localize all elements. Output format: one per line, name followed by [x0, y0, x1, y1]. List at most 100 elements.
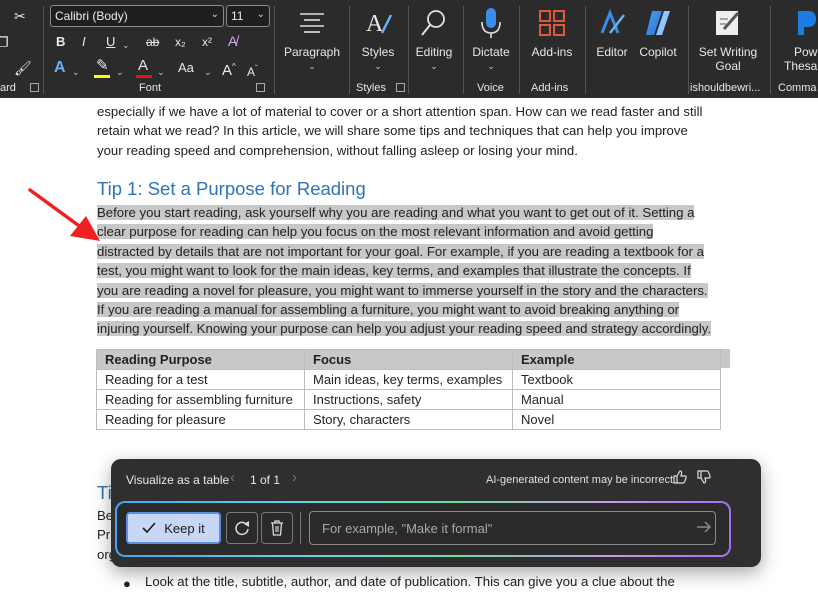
copilot-icon: [635, 4, 681, 42]
text-effects-icon[interactable]: A: [54, 60, 66, 76]
table-row: Reading for pleasure Story, characters N…: [96, 409, 721, 430]
keep-it-button[interactable]: Keep it: [126, 512, 221, 544]
underline-button[interactable]: U: [106, 34, 115, 50]
bold-button[interactable]: B: [56, 34, 65, 50]
group-separator: [349, 6, 350, 94]
chevron-down-icon: ⌄: [308, 61, 316, 71]
copilot-prompt-input[interactable]: [309, 511, 716, 545]
group-separator: [585, 6, 586, 94]
grow-font-letter: A: [222, 62, 233, 79]
text-effects-dropdown-icon[interactable]: ⌄: [72, 64, 80, 80]
change-case-button[interactable]: Aa: [178, 60, 194, 76]
search-icon: [410, 4, 458, 42]
next-result-icon[interactable]: ›: [292, 469, 297, 486]
addins-button[interactable]: Add-ins: [524, 4, 580, 59]
font-size-combo[interactable]: 11 ⌄: [226, 5, 270, 27]
power-thesaurus-label-1: Powe: [794, 45, 818, 59]
table-header-cell[interactable]: Focus: [304, 349, 513, 370]
discard-button[interactable]: [261, 512, 293, 544]
text-line-selected: you are reading a novel for pleasure, yo…: [97, 282, 708, 298]
change-case-dropdown-icon[interactable]: ⌄: [204, 64, 212, 80]
subscript-button[interactable]: x₂: [175, 34, 186, 50]
font-size-value: 11: [231, 9, 244, 23]
copy-icon[interactable]: ❐: [0, 34, 9, 50]
shrink-font-letter: A: [247, 65, 256, 79]
chevron-down-icon: ⌄: [210, 9, 219, 20]
font-group-label: Font: [139, 82, 162, 94]
font-name-combo[interactable]: Calibri (Body) ⌄: [50, 5, 224, 27]
table-cell[interactable]: Novel: [512, 409, 721, 430]
commands-group-label: Comma: [778, 82, 817, 94]
highlight-dropdown-icon[interactable]: ⌄: [116, 64, 124, 80]
paragraph-button[interactable]: Paragraph ⌄: [280, 4, 344, 73]
regenerate-button[interactable]: [226, 512, 258, 544]
table-row: Reading for a test Main ideas, key terms…: [96, 369, 721, 390]
red-arrow-icon: [28, 188, 100, 241]
editor-label: Editor: [596, 45, 628, 59]
superscript-button[interactable]: x²: [202, 34, 212, 50]
copilot-button[interactable]: Copilot: [635, 4, 681, 59]
shrink-font-button[interactable]: Aˇ: [247, 61, 258, 80]
chevron-down-icon: ⌄: [430, 61, 438, 71]
styles-launcher-icon[interactable]: [396, 83, 405, 92]
previous-result-icon[interactable]: ‹: [230, 469, 235, 486]
chevron-down-icon: ⌄: [256, 9, 265, 20]
table-header-cell[interactable]: Example: [512, 349, 721, 370]
writing-goal-icon: [693, 4, 763, 42]
editor-button[interactable]: Editor: [592, 4, 632, 59]
table-cell[interactable]: Reading for a test: [96, 369, 305, 390]
text-line-selected: Before you start reading, ask yourself w…: [97, 205, 695, 220]
text-line-selected: distracted by details that are not impor…: [97, 243, 704, 259]
table-cell[interactable]: Manual: [512, 389, 721, 410]
ai-disclaimer: AI-generated content may be incorrect: [486, 474, 674, 486]
thumbs-down-icon[interactable]: [696, 469, 712, 485]
font-color-swatch: [136, 75, 152, 78]
strikethrough-button[interactable]: ab: [146, 34, 159, 50]
selection-highlight: [721, 349, 730, 368]
send-arrow-icon[interactable]: [695, 518, 713, 536]
keep-it-label: Keep it: [164, 520, 205, 536]
text-line-selected: test, you might want to look for the mai…: [97, 263, 691, 279]
table-header-cell[interactable]: Reading Purpose: [96, 349, 305, 370]
font-color-dropdown-icon[interactable]: ⌄: [157, 64, 165, 80]
power-thesaurus-button[interactable]: Powe Thesau: [776, 4, 818, 73]
reading-purpose-table[interactable]: Reading Purpose Focus Example Reading fo…: [96, 349, 721, 430]
paragraph-label: Paragraph: [283, 45, 341, 59]
font-launcher-icon[interactable]: [256, 83, 265, 92]
text-line-selected: If you are reading a manual for assembli…: [97, 302, 680, 318]
grow-font-button[interactable]: A^: [222, 59, 236, 79]
clipboard-launcher-icon[interactable]: [30, 83, 39, 92]
checkmark-icon: [142, 522, 156, 534]
text-line-selected: injuring yourself. Knowing your purpose …: [97, 321, 712, 337]
writing-goal-group-label: ishouldbewri...: [690, 82, 761, 94]
divider: [300, 512, 301, 544]
addins-label: Add-ins: [531, 45, 573, 59]
cut-icon[interactable]: ✂: [14, 8, 26, 24]
table-cell[interactable]: Reading for pleasure: [96, 409, 305, 430]
ribbon: ✂ ❐ 🖌 ard Calibri (Body) ⌄ 11 ⌄ B I U ⌄ …: [0, 0, 818, 98]
styles-button[interactable]: A Styles ⌄: [356, 4, 400, 73]
highlight-color-icon[interactable]: ✎: [96, 58, 109, 74]
italic-button[interactable]: I: [82, 34, 86, 50]
table-cell[interactable]: Textbook: [512, 369, 721, 390]
copilot-action-bar-inner: Keep it: [117, 503, 729, 555]
clear-formatting-icon[interactable]: A̸: [228, 33, 237, 49]
styles-label: Styles: [361, 45, 395, 59]
editing-button[interactable]: Editing ⌄: [410, 4, 458, 73]
underline-dropdown-icon[interactable]: ⌄: [122, 37, 130, 53]
format-painter-icon[interactable]: 🖌: [14, 60, 32, 76]
editor-icon: [592, 4, 632, 42]
font-group: Calibri (Body) ⌄ 11 ⌄ B I U ⌄ ab x₂ x² A…: [44, 0, 272, 98]
table-cell[interactable]: Story, characters: [304, 409, 513, 430]
table-cell[interactable]: Reading for assembling furniture: [96, 389, 305, 410]
table-row: Reading for assembling furniture Instruc…: [96, 389, 721, 410]
thumbs-up-icon[interactable]: [672, 469, 688, 485]
copilot-label: Copilot: [639, 45, 677, 59]
styles-group-label: Styles: [356, 82, 386, 94]
table-cell[interactable]: Main ideas, key terms, examples: [304, 369, 513, 390]
font-color-icon[interactable]: A: [138, 58, 148, 74]
result-page-indicator: 1 of 1: [250, 473, 281, 487]
dictate-button[interactable]: Dictate ⌄: [467, 4, 515, 73]
set-writing-goal-button[interactable]: Set Writing Goal: [693, 4, 763, 73]
table-cell[interactable]: Instructions, safety: [304, 389, 513, 410]
